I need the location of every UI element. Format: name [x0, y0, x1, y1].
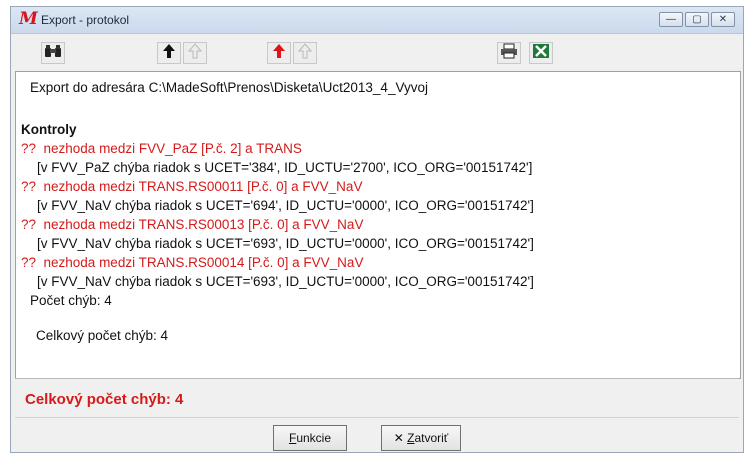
move-up-button[interactable]: [157, 42, 181, 64]
close-x-icon: ✕: [393, 431, 404, 445]
protocol-log[interactable]: Export do adresára C:\MadeSoft\Prenos\Di…: [15, 71, 741, 379]
total-error-count-line: Celkový počet chýb: 4: [36, 328, 169, 343]
log-detail-line: [v FVV_NaV chýba riadok s UCET='693', ID…: [37, 236, 534, 251]
move-down-button-disabled[interactable]: [183, 42, 207, 64]
up-arrow-icon: [163, 44, 175, 58]
red-up-arrow-disabled-icon: [297, 43, 313, 59]
maximize-button[interactable]: ▢: [685, 12, 709, 27]
binoculars-icon: [45, 45, 61, 57]
minimize-icon: —: [666, 14, 676, 25]
move-error-up-button[interactable]: [267, 42, 291, 64]
log-detail-line: [v FVV_NaV chýba riadok s UCET='693', ID…: [37, 274, 534, 289]
up-arrow-disabled-icon: [187, 43, 203, 59]
status-summary: Celkový počet chýb: 4: [25, 391, 184, 408]
maximize-icon: ▢: [692, 14, 702, 25]
export-protokol-window: M Export - protokol — ▢ ✕ Export do adre…: [10, 6, 744, 453]
window-controls: — ▢ ✕: [659, 12, 735, 27]
divider: [15, 417, 739, 418]
error-count-line: Počet chýb: 4: [30, 293, 112, 308]
log-detail-line: [v FVV_PaZ chýba riadok s UCET='384', ID…: [37, 160, 533, 175]
log-issue-line: ?? nezhoda medzi TRANS.RS00014 [P.č. 0] …: [21, 255, 364, 270]
app-logo-icon: M: [19, 9, 38, 29]
section-heading: Kontroly: [21, 122, 77, 137]
print-button[interactable]: [497, 42, 521, 64]
functions-label: unkcie: [296, 431, 332, 445]
toolbar: [11, 34, 743, 70]
window-title: Export - protokol: [41, 13, 130, 27]
close-button[interactable]: ✕ Zatvoriť: [381, 425, 461, 451]
functions-button[interactable]: Funkcie: [273, 425, 347, 451]
log-issue-line: ?? nezhoda medzi TRANS.RS00011 [P.č. 0] …: [21, 179, 363, 194]
export-path-line: Export do adresára C:\MadeSoft\Prenos\Di…: [30, 80, 428, 95]
close-label: atvoriť: [414, 431, 449, 445]
export-excel-button[interactable]: [529, 42, 553, 64]
excel-icon: [533, 44, 549, 58]
divider: [15, 378, 739, 379]
find-button[interactable]: [41, 42, 65, 64]
printer-icon: [501, 43, 517, 59]
title-bar[interactable]: M Export - protokol — ▢ ✕: [11, 7, 743, 34]
red-up-arrow-icon: [273, 44, 285, 58]
log-issue-line: ?? nezhoda medzi TRANS.RS00013 [P.č. 0] …: [21, 217, 364, 232]
close-icon: ✕: [718, 14, 728, 25]
close-window-button[interactable]: ✕: [711, 12, 735, 27]
move-error-down-button-disabled[interactable]: [293, 42, 317, 64]
minimize-button[interactable]: —: [659, 12, 683, 27]
log-issue-line: ?? nezhoda medzi FVV_PaZ [P.č. 2] a TRAN…: [21, 141, 302, 156]
log-detail-line: [v FVV_NaV chýba riadok s UCET='694', ID…: [37, 198, 534, 213]
